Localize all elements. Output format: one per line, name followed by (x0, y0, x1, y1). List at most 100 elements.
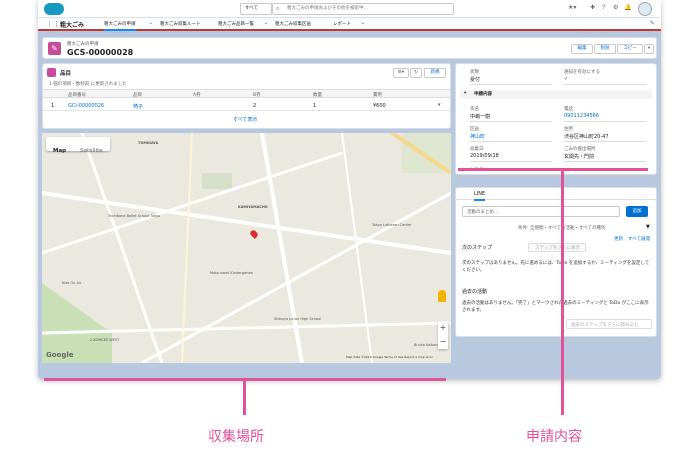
activity-input-placeholder: 活動のまとめ... (467, 210, 499, 215)
chevron-down-icon[interactable]: ⌄ (149, 21, 153, 26)
address-label: 住所 (564, 127, 573, 132)
tab-reports[interactable]: レポート (333, 21, 351, 27)
date-label: 収集日 (470, 147, 484, 152)
add-activity-button[interactable]: 追加 (626, 206, 648, 217)
details-callout-line (561, 171, 564, 415)
column-header[interactable]: 費用 (373, 92, 382, 98)
tab-applications[interactable]: 粗大ごみの申請 (104, 21, 136, 31)
favorites-icon[interactable]: ★▾ (568, 4, 576, 11)
tab-collection-routes[interactable]: 粗大ごみ収集ルート (160, 21, 201, 27)
items-summary: 1 個の項目・数秒前 に更新されました (49, 82, 127, 87)
quantity-cell: 1 (313, 103, 317, 109)
name-value: 中嶋一樹 (470, 114, 491, 120)
row-actions-icon[interactable]: ▾ (438, 102, 441, 108)
app-window: すべて 粗大ごみの申請およびその他を検索中... ⌕ ★▾ ✚ ? ⚙ 🔔 ⋮⋮… (38, 0, 661, 379)
edit-button[interactable]: 編集 (571, 44, 593, 54)
tab-line[interactable]: LINE (474, 191, 486, 201)
divider (564, 84, 646, 85)
record-type-label: 粗大ごみの申請 (67, 42, 99, 47)
column-header[interactable]: 品目 (133, 92, 142, 98)
activity-input[interactable]: 活動のまとめ... (462, 206, 620, 217)
edit-nav-icon[interactable]: ✎ (650, 20, 655, 27)
notify-label: 通知を有効にする (564, 70, 601, 75)
street-view-icon[interactable] (438, 290, 446, 302)
divider (564, 161, 646, 162)
divider (564, 141, 646, 142)
tab-map[interactable]: Map (46, 144, 73, 158)
chevron-down-icon[interactable]: ⌄ (264, 21, 268, 26)
items-card: 品目 1 個の項目・数秒前 に更新されました ⚙▾ ↻ 新規 品目番号 品目 A… (42, 63, 451, 129)
more-actions-button[interactable]: ▾ (644, 44, 654, 54)
search-scope-select[interactable]: すべて (240, 3, 272, 15)
name-label: 氏名 (470, 107, 479, 112)
column-header[interactable]: B券 (253, 92, 261, 98)
item-name-link[interactable]: 椅子 (133, 103, 143, 110)
item-id-link[interactable]: GCI-00000026 (68, 103, 104, 109)
items-card-icon (47, 68, 56, 77)
avatar[interactable] (638, 2, 652, 16)
past-activity-text: 過去の活動はありません。「完了」とマークされた過去のミーティングと ToDo が… (462, 301, 649, 313)
expand-all-link[interactable]: すべて展開 (628, 236, 650, 242)
tab-item-list[interactable]: 粗大ごみ品目一覧 (218, 21, 254, 27)
more-steps-button[interactable]: ステップをさらに表示 (528, 243, 586, 252)
place-label: ごみの搬出場所 (564, 147, 596, 152)
chevron-down-icon: ▾ (464, 91, 467, 96)
b-ticket-cell: 2 (253, 103, 257, 109)
activity-card: LINE 活動のまとめ... 追加 条件: 全期間・すべての活動・すべての種別 … (455, 187, 657, 337)
address-value: 渋谷区神山町20-47 (564, 134, 609, 140)
phone-label: 電話 (564, 107, 573, 112)
items-card-title: 品目 (60, 71, 72, 77)
global-search-input[interactable]: 粗大ごみの申請およびその他を検索中... (272, 3, 454, 15)
help-icon[interactable]: ? (602, 4, 605, 11)
map[interactable]: Map Satellite Tachibana Ballet School Tok… (42, 133, 451, 363)
map-label: 2-KOMCEE WEST (90, 338, 120, 342)
section-title: 申請内容 (474, 92, 492, 97)
notify-checkbox: ✓ (564, 76, 569, 82)
filter-icon[interactable]: ▼ (646, 224, 650, 230)
status-label: 状態 (470, 70, 479, 75)
refresh-link[interactable]: 更新 (614, 236, 623, 242)
district-value[interactable]: 神山町 (470, 133, 485, 140)
details-callout-bar (458, 168, 648, 171)
load-more-button[interactable]: 過去のステップをさらに読み込む (566, 319, 652, 329)
map-callout-line (243, 381, 246, 415)
phone-value[interactable]: 09011234566 (564, 113, 599, 119)
more-steps-label: ステップをさらに表示 (535, 246, 580, 251)
row-number: 1 (51, 103, 55, 109)
map-label: Shibuya Junior High School (274, 317, 322, 321)
column-header[interactable]: 数量 (313, 92, 322, 98)
column-header[interactable]: A券 (193, 92, 201, 98)
refresh-icon[interactable]: ↻ (410, 68, 422, 78)
details-card: 状態 受付 通知を有効にする ✓ ▾ 申請内容 氏名 中嶋一樹 電話 09011… (455, 63, 657, 175)
copy-button[interactable]: コピー (617, 44, 643, 54)
map-label: Tokyo Lutheran Center (372, 223, 412, 227)
column-header[interactable]: 品目番号 (68, 92, 86, 98)
search-icon: ⌕ (276, 5, 280, 12)
map-label: TOMIGAYA (138, 141, 159, 145)
zoom-out-button[interactable]: − (438, 335, 448, 349)
tab-collection-zones[interactable]: 粗大ごみ収集区画 (275, 21, 311, 27)
add-icon[interactable]: ✚ (590, 4, 595, 11)
items-table-header: 品目番号 品目 A券 B券 数量 費用 (43, 89, 450, 98)
section-header[interactable]: ▾ 申請内容 (460, 90, 652, 99)
district-label: 区画 (470, 127, 479, 132)
chevron-down-icon[interactable]: ⌄ (361, 21, 365, 26)
map-label: KAMIYAMACHO (238, 205, 268, 209)
nav-bar: ⋮⋮⋮ 粗大ごみ 粗大ごみの申請 ⌄ 粗大ごみ収集ルート 粗大ごみ品目一覧 ⌄ … (38, 18, 661, 31)
delete-button[interactable]: 削除 (594, 44, 616, 54)
gear-icon[interactable]: ⚙▾ (393, 68, 409, 78)
view-all-link[interactable]: すべて表示 (233, 116, 257, 123)
tab-satellite[interactable]: Satellite (73, 144, 110, 158)
bell-icon[interactable]: 🔔 (624, 4, 631, 11)
new-item-button[interactable]: 新規 (424, 68, 446, 78)
place-value: 玄関先・門前 (564, 154, 595, 160)
map-label: Kids On Air (62, 281, 82, 285)
gear-icon[interactable]: ⚙ (613, 4, 618, 11)
map-label: Tachibana Ballet School Tokyo (108, 214, 161, 218)
divider (470, 141, 552, 142)
map-attribution[interactable]: Map data ©2019 Google Terms of Use Repor… (346, 355, 433, 359)
load-more-label: 過去のステップをさらに読み込む (571, 323, 639, 328)
zoom-in-button[interactable]: + (438, 321, 448, 335)
record-header: ✎ 粗大ごみの申請 GCS-00000028 編集 削除 コピー ▾ (42, 37, 657, 59)
divider (470, 161, 552, 162)
